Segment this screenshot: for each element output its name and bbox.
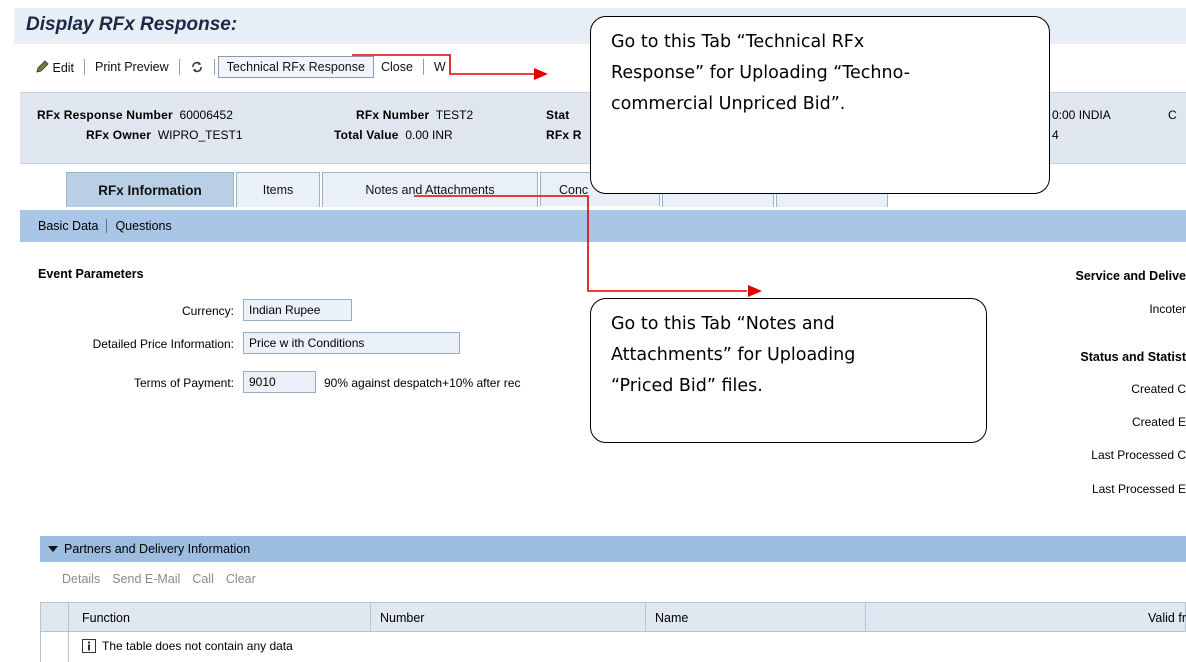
arrowhead-notes-attachments-icon	[748, 285, 762, 297]
callout-notes-line-1: Go to this Tab “Notes and	[611, 314, 835, 334]
arrow-technical-response	[352, 54, 535, 75]
arrowhead-technical-response-icon	[534, 68, 548, 80]
callout-notes-line-2: Attachments” for Uploading	[611, 345, 856, 365]
callout-technical-line-3: commercial Unpriced Bid”.	[611, 94, 846, 114]
callout-technical-line-2: Response” for Uploading “Techno-	[611, 63, 910, 83]
callout-notes-attachments: Go to this Tab “Notes and Attachments” f…	[590, 298, 987, 443]
callout-technical-response: Go to this Tab “Technical RFx Response” …	[590, 16, 1050, 194]
arrow-notes-attachments	[414, 195, 747, 292]
callout-notes-line-3: “Priced Bid” files.	[611, 376, 763, 396]
callout-technical-line-1: Go to this Tab “Technical RFx	[611, 32, 865, 52]
